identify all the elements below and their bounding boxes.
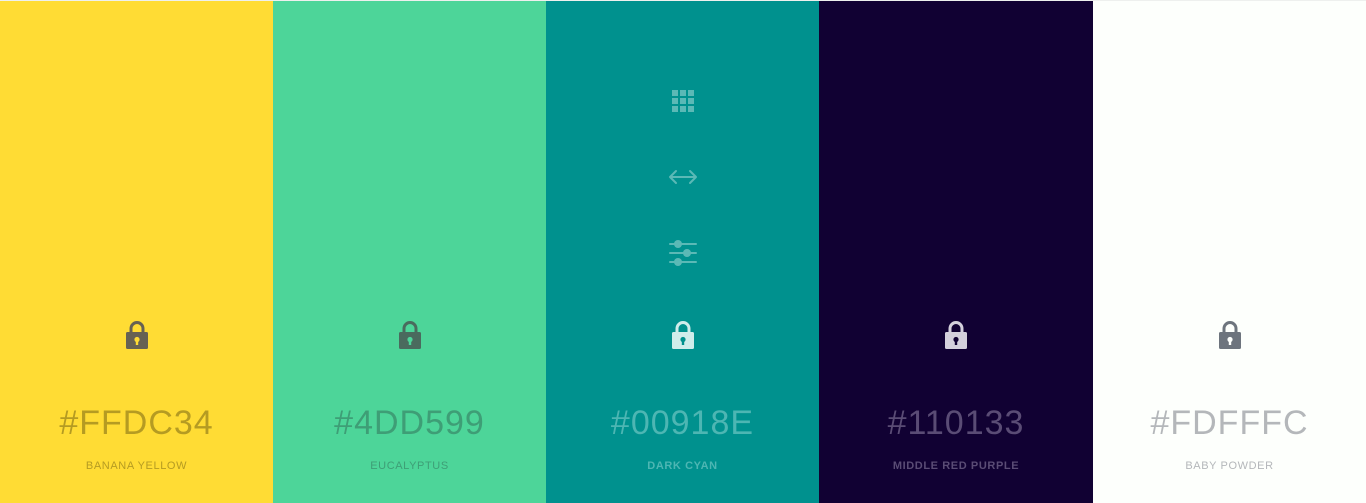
color-name[interactable]: EUCALYPTUS <box>273 459 546 473</box>
hex-code[interactable]: #00918E <box>546 401 819 445</box>
lock-icon[interactable] <box>670 319 696 351</box>
hex-code[interactable]: #FDFFFC <box>1093 401 1366 445</box>
swatch-banana-yellow[interactable]: #FFDC34 BANANA YELLOW <box>0 1 273 503</box>
color-palette: #FFDC34 BANANA YELLOW #4DD599 EUCALYPTUS <box>0 0 1366 503</box>
swatch-eucalyptus[interactable]: #4DD599 EUCALYPTUS <box>273 1 546 503</box>
swatch-dark-cyan[interactable]: #00918E DARK CYAN <box>546 1 819 503</box>
color-name[interactable]: DARK CYAN <box>546 459 819 473</box>
lock-icon[interactable] <box>1217 319 1243 351</box>
lock-icon[interactable] <box>397 319 423 351</box>
color-name[interactable]: BABY POWDER <box>1093 459 1366 473</box>
hex-code[interactable]: #FFDC34 <box>0 401 273 445</box>
sliders-icon[interactable] <box>667 237 699 269</box>
color-name[interactable]: BANANA YELLOW <box>0 459 273 473</box>
lock-icon[interactable] <box>124 319 150 351</box>
arrows-horizontal-icon[interactable] <box>667 161 699 193</box>
grid-icon[interactable] <box>667 85 699 117</box>
swatch-middle-red-purple[interactable]: #110133 MIDDLE RED PURPLE <box>819 1 1093 503</box>
swatch-baby-powder[interactable]: #FDFFFC BABY POWDER <box>1093 1 1366 503</box>
hex-code[interactable]: #4DD599 <box>273 401 546 445</box>
swatch-tools <box>546 85 819 269</box>
color-name[interactable]: MIDDLE RED PURPLE <box>819 459 1093 473</box>
lock-icon[interactable] <box>943 319 969 351</box>
hex-code[interactable]: #110133 <box>819 401 1093 445</box>
